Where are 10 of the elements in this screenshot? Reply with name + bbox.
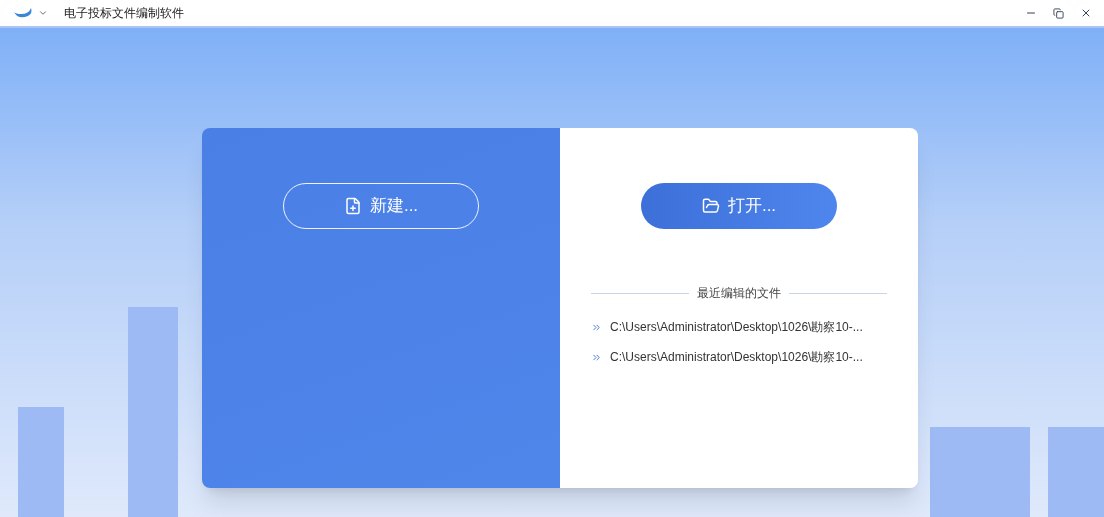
dropdown-icon[interactable] <box>38 8 48 18</box>
window-title: 电子投标文件编制软件 <box>64 5 184 22</box>
recent-file-link[interactable]: C:\Users\Administrator\Desktop\1026\勘察10-... <box>591 348 887 366</box>
recent-file-link[interactable]: C:\Users\Administrator\Desktop\1026\勘察10-... <box>591 318 887 336</box>
restore-icon[interactable] <box>1053 7 1064 19</box>
folder-icon <box>701 197 720 215</box>
recent-files-heading: 最近编辑的文件 <box>697 285 781 302</box>
close-icon[interactable] <box>1080 7 1092 19</box>
new-file-icon <box>343 197 362 215</box>
open-button[interactable]: 打开... <box>641 183 837 229</box>
